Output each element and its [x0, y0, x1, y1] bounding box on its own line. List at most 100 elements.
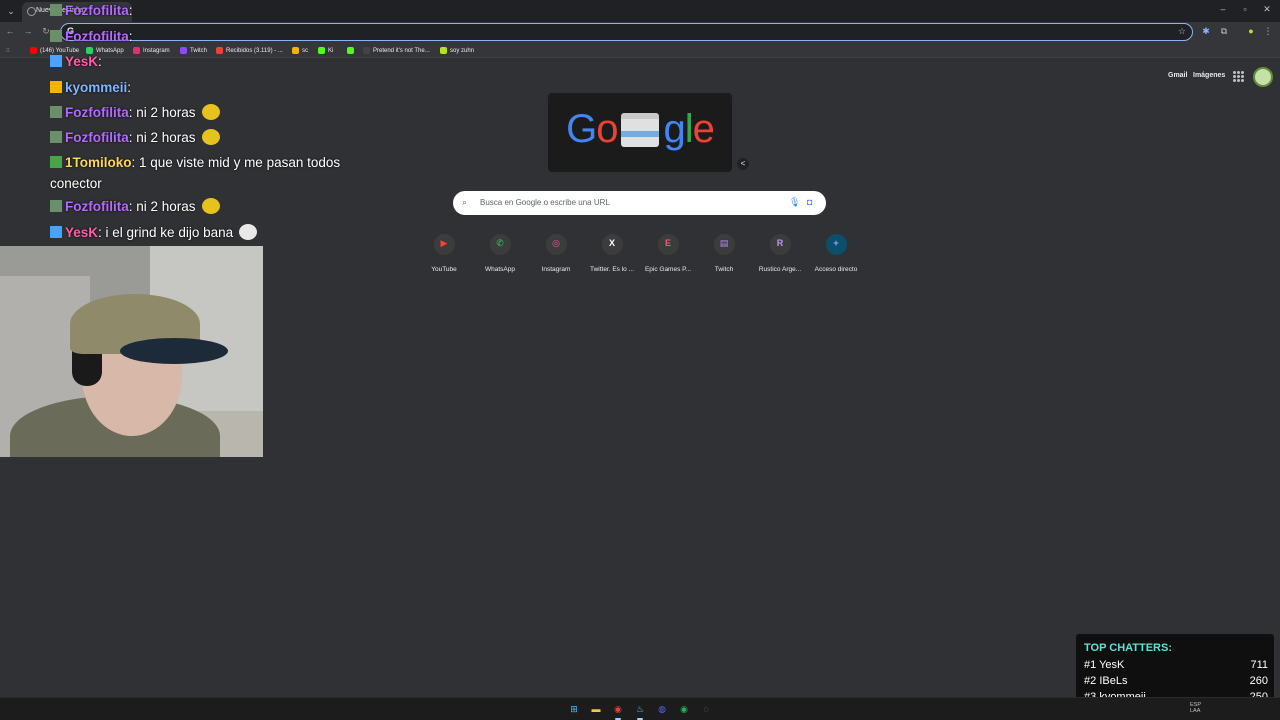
shortcut-tile[interactable]: ▶ YouTube [416, 234, 472, 273]
lens-icon[interactable]: ◘ [807, 197, 812, 207]
app-icon[interactable]: ◌ [699, 702, 713, 716]
account-avatar[interactable] [1253, 67, 1273, 87]
minimize-icon[interactable]: – [1216, 4, 1230, 14]
top-chatter-rank: #2 [1084, 675, 1097, 687]
search-box[interactable]: ⌕ Busca en Google o escribe una URL 🎙︎ ◘ [453, 191, 826, 215]
shortcut-tile[interactable]: X Twitter. Es lo ... [584, 234, 640, 273]
shortcut-glyph-icon: ◎ [552, 238, 560, 248]
shortcut-glyph-icon: + [833, 238, 839, 248]
close-icon[interactable]: ✕ [1260, 4, 1274, 15]
chat-badge-icon [50, 4, 62, 16]
shortcut-icon: ◎ [545, 234, 567, 255]
search-icon: ⌕ [462, 197, 468, 207]
chat-message: Fozfofilita: [50, 0, 350, 21]
shortcut-glyph-icon: ✆ [496, 238, 504, 248]
shortcut-icon: ▶ [433, 234, 455, 255]
search-placeholder: Busca en Google o escribe una URL [480, 198, 610, 207]
discord-icon[interactable]: ◍ [655, 702, 669, 716]
chat-message: 1Tomiloko: 1 que viste mid y me pasan to… [50, 152, 350, 194]
globe-icon [27, 7, 36, 16]
shortcut-label: Twitch [714, 266, 734, 273]
top-chatter-rank: #1 [1084, 659, 1097, 671]
chat-emote-icon [201, 198, 220, 214]
shortcut-icon: R [769, 234, 791, 255]
shortcut-tile[interactable]: ✆ WhatsApp [472, 234, 528, 273]
windows-start-icon[interactable]: ⊞ [567, 702, 581, 716]
chat-badge-icon [50, 106, 62, 118]
screen: ⌄ Nueva pestaña – ▫ ✕ ← → ↻ G ☆ ✱ ⧉ ● ⋮ … [0, 0, 1280, 720]
shortcut-tile[interactable]: ▤ Twitch [696, 234, 752, 273]
maximize-icon[interactable]: ▫ [1238, 4, 1252, 14]
chat-message: kyommeii: [50, 77, 350, 98]
chat-badge-icon [50, 81, 62, 93]
shortcut-label: Twitter. Es lo ... [589, 266, 635, 273]
chat-message: YesK: [50, 51, 350, 72]
bookmark-label: Pretend it's not The... [373, 47, 430, 54]
bookmark-item[interactable]: Pretend it's not The... [363, 45, 430, 56]
menu-icon[interactable]: ⋮ [1262, 26, 1274, 37]
bookmark-item[interactable]: soy zuhn [440, 45, 474, 56]
shortcut-icon: E [657, 234, 679, 255]
google-apps-icon[interactable] [1233, 71, 1244, 82]
bookmark-label: soy zuhn [450, 47, 475, 54]
chat-emote-icon [201, 129, 220, 145]
bookmark-favicon-icon [363, 47, 370, 54]
share-icon[interactable]: < [737, 158, 749, 170]
chat-badge-icon [50, 131, 62, 143]
back-icon[interactable]: ← [4, 26, 16, 36]
file-explorer-icon[interactable]: ▬ [589, 702, 603, 716]
shortcut-label: Rustico Arge... [758, 266, 802, 273]
shortcut-label: Instagram [541, 266, 571, 273]
chat-message: YesK: i el grind ke dijo bana [50, 222, 350, 243]
chat-badge-icon [50, 30, 62, 42]
webcam-feed [0, 246, 263, 457]
shortcut-tile[interactable]: R Rustico Arge... [752, 234, 808, 273]
shortcut-tile[interactable]: E Epic Games P... [640, 234, 696, 273]
chrome-icon[interactable]: ◉ [611, 702, 625, 716]
chat-text: : i el grind ke dijo bana [98, 225, 234, 240]
shortcut-tile[interactable]: ◎ Instagram [528, 234, 584, 273]
apps-icon[interactable]: ⁝⁝ [6, 45, 10, 56]
extension-icon[interactable]: ✱ [1200, 26, 1212, 37]
taskbar: ⊞ ▬ ◉ ♨ ◍ ◉ ◌ ESP LAA [0, 697, 1280, 720]
google-doodle[interactable]: Go gle [548, 93, 732, 172]
chat-username: Fozfofilita [65, 130, 129, 145]
doodle-letter: e [692, 107, 715, 151]
bookmark-star-icon[interactable]: ☆ [1178, 26, 1186, 37]
tray-language[interactable]: ESP LAA [1190, 702, 1204, 714]
shortcut-glyph-icon: X [608, 238, 615, 248]
chat-username: YesK [65, 225, 99, 240]
tab-search-icon[interactable]: ⌄ [4, 4, 18, 18]
chat-badge-icon [50, 156, 62, 168]
top-chatter-count: 711 [1250, 659, 1268, 671]
chat-text: : [127, 80, 132, 95]
steam-icon[interactable]: ♨ [633, 702, 647, 716]
images-link[interactable]: Imágenes [1193, 72, 1225, 79]
chat-message: Fozfofilita: ni 2 horas [50, 196, 350, 217]
shortcut-label: Acceso directo [814, 266, 858, 273]
forward-icon[interactable]: → [22, 26, 34, 36]
top-chatters-title: TOP CHATTERS: [1084, 642, 1173, 654]
top-chatter-name: #1 YesK [1084, 659, 1124, 671]
shortcut-icon: + [825, 234, 847, 255]
shortcut-icon: ▤ [713, 234, 735, 255]
chat-username: 1Tomiloko [65, 155, 132, 170]
chat-emote-icon [239, 224, 258, 240]
shortcut-label: Epic Games P... [644, 266, 692, 273]
shortcut-glyph-icon: ▶ [440, 238, 448, 248]
profile-icon[interactable]: ● [1245, 26, 1257, 36]
mic-icon[interactable]: 🎙︎ [789, 197, 800, 208]
chat-text: : ni 2 horas [128, 105, 196, 120]
chat-username: Fozfofilita [65, 199, 129, 214]
chat-text: : ni 2 horas [128, 130, 196, 145]
shortcut-glyph-icon: R [776, 238, 784, 248]
chat-username: Fozfofilita [65, 105, 129, 120]
chat-message: Fozfofilita: ni 2 horas [50, 102, 350, 123]
spotify-icon[interactable]: ◉ [677, 702, 691, 716]
shortcut-tile[interactable]: + Acceso directo [808, 234, 864, 273]
puzzle-icon[interactable]: ⧉ [1218, 26, 1230, 37]
top-chatter-username: YesK [1099, 659, 1125, 671]
shortcut-label: YouTube [431, 266, 457, 273]
chat-username: kyommeii [65, 80, 128, 95]
gmail-link[interactable]: Gmail [1168, 72, 1187, 79]
